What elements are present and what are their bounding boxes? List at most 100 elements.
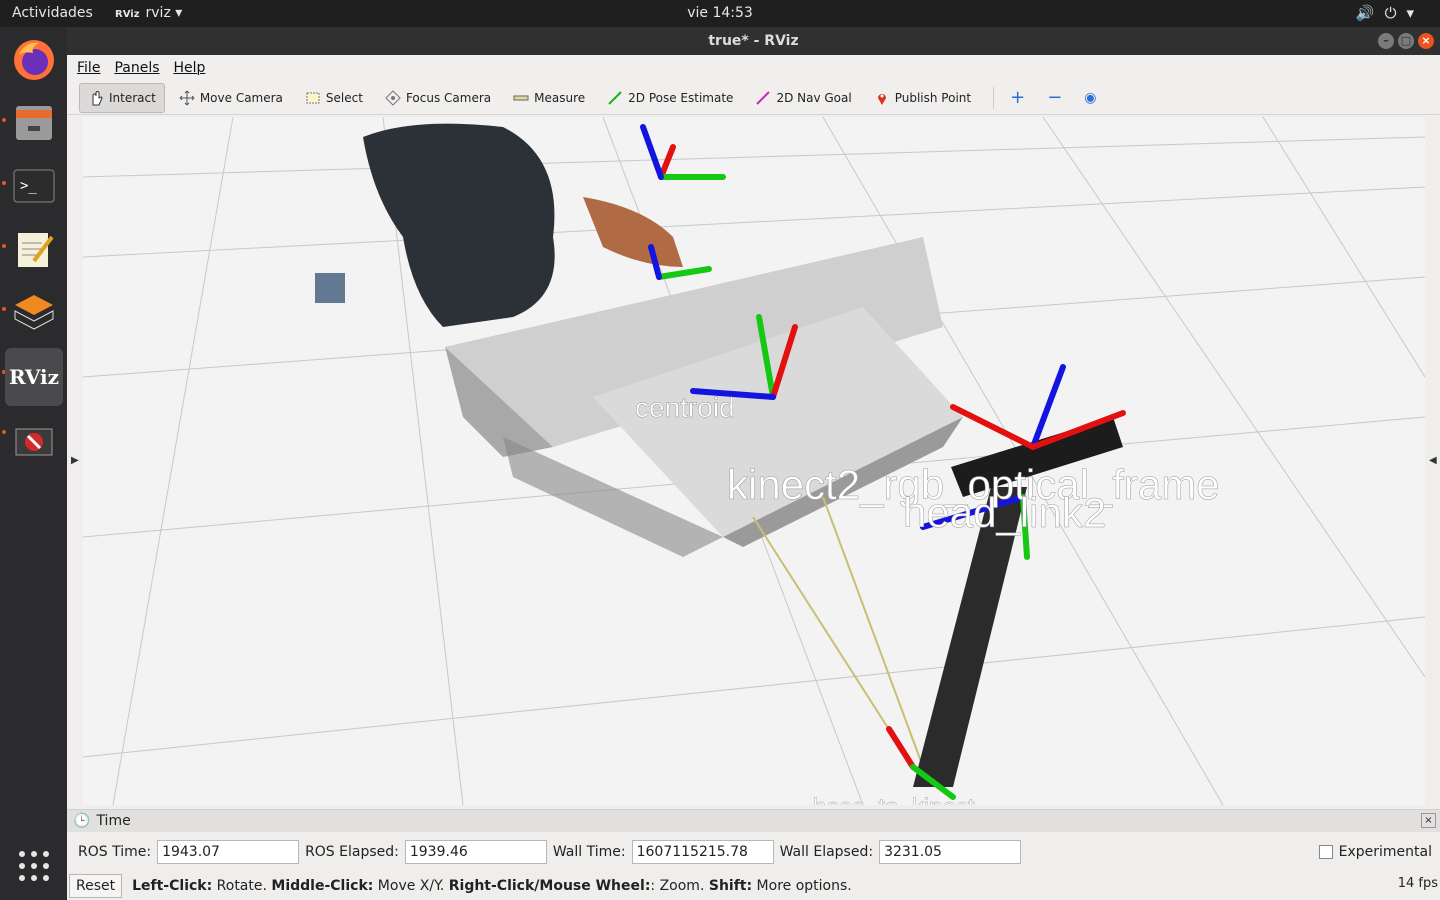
activities-button[interactable]: Actividades bbox=[12, 5, 93, 21]
left-dock-toggle[interactable]: ▶ bbox=[71, 455, 79, 466]
magenta-arrow-icon bbox=[756, 90, 771, 105]
chevron-down-icon: ▾ bbox=[1406, 4, 1424, 22]
select-tool[interactable]: Select bbox=[297, 83, 371, 113]
time-panel-header: 🕒 Time × bbox=[67, 810, 1440, 832]
apps-grid-icon bbox=[19, 851, 49, 881]
interact-label: Interact bbox=[109, 90, 156, 105]
move-camera-tool[interactable]: Move Camera bbox=[171, 83, 291, 113]
select-icon bbox=[306, 92, 320, 103]
text-editor-launcher[interactable] bbox=[5, 220, 63, 278]
wall-time-label: Wall Time: bbox=[552, 844, 626, 860]
render-panel: ▶ ◀ centroid kinect2_rgb_optical_frame h… bbox=[67, 115, 1440, 833]
interact-tool[interactable]: Interact bbox=[79, 82, 165, 113]
close-button[interactable]: × bbox=[1418, 33, 1434, 49]
firefox-launcher[interactable] bbox=[5, 31, 63, 89]
hint-middle-click-val: Move X/Y. bbox=[373, 878, 449, 894]
show-applications[interactable] bbox=[5, 837, 63, 895]
plus-icon: + bbox=[1010, 87, 1026, 108]
app-menu[interactable]: RViz rviz ▾ bbox=[115, 5, 182, 21]
text-editor-icon bbox=[18, 233, 54, 267]
add-tool-button[interactable]: + bbox=[1002, 83, 1033, 113]
power-icon: ⏻ bbox=[1384, 4, 1407, 22]
clock-icon: 🕒 bbox=[73, 813, 91, 829]
reset-button[interactable]: Reset bbox=[69, 874, 123, 898]
rviz-window: true* - RViz – □ × File Panels Help Inte… bbox=[67, 27, 1440, 900]
menu-help[interactable]: Help bbox=[174, 60, 206, 76]
move-camera-label: Move Camera bbox=[199, 90, 283, 105]
svg-text:>_: >_ bbox=[20, 178, 37, 194]
status-bar: Reset Left-Click: Rotate. Middle-Click: … bbox=[67, 872, 1440, 900]
nav-goal-label: 2D Nav Goal bbox=[776, 90, 852, 105]
hint-right-click-key: Right-Click/Mouse Wheel: bbox=[448, 878, 651, 894]
ros-qt-icon bbox=[14, 295, 54, 330]
gnome-top-bar: Actividades RViz rviz ▾ vie 14:53 🔊⏻▾ bbox=[0, 0, 1440, 27]
focus-camera-tool[interactable]: Focus Camera bbox=[377, 83, 499, 113]
right-dock-toggle[interactable]: ◀ bbox=[1429, 455, 1437, 466]
no-entry-icon bbox=[15, 428, 53, 456]
hand-icon bbox=[92, 90, 103, 105]
3d-viewport[interactable]: centroid kinect2_rgb_optical_frame head_… bbox=[83, 117, 1425, 805]
fps-counter: 14 fps bbox=[1397, 876, 1438, 891]
rviz-icon: RViz bbox=[8, 365, 60, 389]
view-tool-button[interactable]: ◉ bbox=[1076, 83, 1104, 113]
scene-canvas: centroid kinect2_rgb_optical_frame head_… bbox=[83, 117, 1425, 805]
hint-right-click-val: : Zoom. bbox=[650, 878, 709, 894]
wall-elapsed-field[interactable]: 3231.05 bbox=[879, 840, 1022, 864]
ros-time-label: ROS Time: bbox=[78, 844, 152, 860]
system-tray[interactable]: 🔊⏻▾ bbox=[1356, 4, 1424, 22]
terminal-icon: >_ bbox=[13, 169, 55, 203]
checkbox-box[interactable] bbox=[1318, 845, 1333, 859]
hint-shift-key: Shift: bbox=[708, 878, 753, 894]
publish-point-tool[interactable]: Publish Point bbox=[866, 83, 979, 113]
label-base-to-kinect: base_to_kinect bbox=[813, 794, 975, 805]
minus-icon: − bbox=[1047, 87, 1063, 108]
eye-icon: ◉ bbox=[1084, 89, 1097, 106]
pose-estimate-label: 2D Pose Estimate bbox=[628, 90, 734, 105]
hint-middle-click-key: Middle-Click: bbox=[271, 878, 374, 894]
maximize-button[interactable]: □ bbox=[1398, 33, 1414, 49]
green-arrow-icon bbox=[608, 90, 622, 105]
focus-camera-icon bbox=[385, 89, 401, 106]
no-entry-launcher[interactable] bbox=[5, 412, 63, 470]
hint-left-click-val: Rotate. bbox=[212, 878, 272, 894]
time-panel-close-button[interactable]: × bbox=[1421, 813, 1436, 828]
publish-point-label: Publish Point bbox=[894, 90, 972, 105]
experimental-checkbox[interactable]: Experimental bbox=[1318, 844, 1432, 860]
clock[interactable]: vie 14:53 bbox=[0, 5, 1440, 21]
ros-elapsed-label: ROS Elapsed: bbox=[305, 844, 399, 860]
move-camera-icon bbox=[179, 90, 195, 105]
experimental-label: Experimental bbox=[1338, 844, 1432, 860]
remove-tool-button[interactable]: − bbox=[1039, 83, 1070, 113]
window-titlebar[interactable]: true* - RViz – □ × bbox=[67, 27, 1440, 55]
select-label: Select bbox=[325, 90, 363, 105]
time-panel: 🕒 Time × ROS Time: 1943.07 ROS Elapsed: … bbox=[67, 809, 1440, 900]
ros-elapsed-field[interactable]: 1939.46 bbox=[404, 840, 547, 864]
ros-qt-launcher[interactable] bbox=[5, 283, 63, 341]
label-centroid: centroid bbox=[635, 392, 735, 423]
nav-goal-tool[interactable]: 2D Nav Goal bbox=[747, 83, 859, 113]
window-title: true* - RViz bbox=[708, 33, 799, 49]
minimize-button[interactable]: – bbox=[1378, 33, 1394, 49]
time-panel-title: Time bbox=[96, 813, 131, 829]
label-head-link: head_link2 bbox=[903, 489, 1106, 536]
time-fields-row: ROS Time: 1943.07 ROS Elapsed: 1939.46 W… bbox=[67, 832, 1440, 872]
firefox-icon bbox=[14, 40, 54, 80]
wall-time-field[interactable]: 1607115215.78 bbox=[631, 840, 774, 864]
chevron-down-icon: ▾ bbox=[175, 5, 183, 21]
pose-estimate-tool[interactable]: 2D Pose Estimate bbox=[599, 83, 741, 113]
files-launcher[interactable] bbox=[5, 93, 63, 151]
hint-shift-val: More options. bbox=[752, 878, 852, 894]
measure-tool[interactable]: Measure bbox=[505, 83, 593, 113]
menu-panels[interactable]: Panels bbox=[114, 60, 159, 76]
measure-label: Measure bbox=[534, 90, 586, 105]
terminal-launcher[interactable]: >_ bbox=[5, 157, 63, 215]
laser-lines bbox=[752, 496, 924, 768]
rviz-small-icon: RViz bbox=[115, 9, 140, 20]
ruler-icon bbox=[513, 95, 529, 100]
menu-file[interactable]: File bbox=[77, 60, 100, 76]
rviz-launcher[interactable]: RViz bbox=[5, 348, 63, 406]
status-hint: Left-Click: Rotate. Middle-Click: Move X… bbox=[132, 878, 852, 894]
ros-time-field[interactable]: 1943.07 bbox=[157, 840, 300, 864]
wall-elapsed-label: Wall Elapsed: bbox=[779, 844, 874, 860]
hint-left-click-key: Left-Click: bbox=[132, 878, 213, 894]
